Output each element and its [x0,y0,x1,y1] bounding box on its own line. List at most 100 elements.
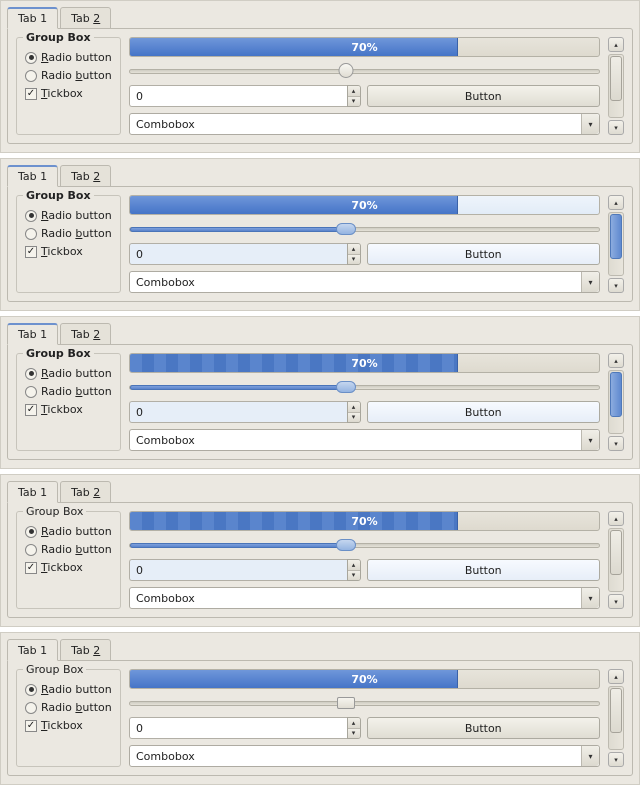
scroll-down-icon[interactable]: ▾ [608,278,624,293]
scroll-up-icon[interactable]: ▴ [608,669,624,684]
push-button[interactable]: Button [367,85,601,107]
combo-box[interactable]: Combobox ▾ [129,745,600,767]
radio-2[interactable]: Radio button [25,543,112,556]
tab-2[interactable]: Tab 2 [60,639,111,661]
scroll-down-icon[interactable]: ▾ [608,594,624,609]
radio-1[interactable]: Radio button [25,51,112,64]
slider[interactable] [129,63,600,79]
spin-box[interactable]: 0 ▴ ▾ [129,717,361,739]
slider-thumb[interactable] [336,539,356,551]
tickbox[interactable]: ✓Tickbox [25,561,112,574]
scroll-track[interactable] [608,686,624,750]
scroll-thumb[interactable] [610,688,622,733]
vertical-scrollbar[interactable]: ▴ ▾ [608,37,624,135]
radio-2-label: Radio button [41,227,112,240]
chevron-down-icon[interactable]: ▾ [581,746,599,766]
tickbox[interactable]: ✓Tickbox [25,87,112,100]
tab-1[interactable]: Tab 1 [7,481,58,503]
radio-1-label: Radio button [41,525,112,538]
radio-1[interactable]: Radio button [25,683,112,696]
spin-down-icon[interactable]: ▾ [348,413,360,423]
push-button[interactable]: Button [367,717,601,739]
combo-box[interactable]: Combobox ▾ [129,271,600,293]
tab-1[interactable]: Tab 1 [7,7,58,29]
spin-down-icon[interactable]: ▾ [348,255,360,265]
progress-bar: 70% [129,353,600,373]
slider[interactable] [129,695,600,711]
spin-up-icon[interactable]: ▴ [348,244,360,255]
radio-2[interactable]: Radio button [25,385,112,398]
spin-value[interactable]: 0 [129,243,347,265]
chevron-down-icon[interactable]: ▾ [581,114,599,134]
slider[interactable] [129,537,600,553]
tab-2[interactable]: Tab 2 [60,7,111,29]
spin-up-icon[interactable]: ▴ [348,86,360,97]
push-button[interactable]: Button [367,401,601,423]
spin-down-icon[interactable]: ▾ [348,729,360,739]
spin-box[interactable]: 0 ▴ ▾ [129,85,361,107]
tickbox[interactable]: ✓Tickbox [25,245,112,258]
radio-1[interactable]: Radio button [25,367,112,380]
spin-down-icon[interactable]: ▾ [348,571,360,581]
tab-page: Group Box Radio button Radio button ✓Tic… [7,28,633,144]
radio-1[interactable]: Radio button [25,525,112,538]
vertical-scrollbar[interactable]: ▴ ▾ [608,195,624,293]
progress-label: 70% [130,512,599,530]
scroll-up-icon[interactable]: ▴ [608,37,624,52]
tab-2[interactable]: Tab 2 [60,481,111,503]
tab-2[interactable]: Tab 2 [60,165,111,187]
spin-value[interactable]: 0 [129,717,347,739]
chevron-down-icon[interactable]: ▾ [581,272,599,292]
radio-2[interactable]: Radio button [25,701,112,714]
scroll-track[interactable] [608,370,624,434]
spin-up-icon[interactable]: ▴ [348,560,360,571]
scroll-thumb[interactable] [610,372,622,417]
spin-up-icon[interactable]: ▴ [348,718,360,729]
scroll-up-icon[interactable]: ▴ [608,195,624,210]
scroll-thumb[interactable] [610,530,622,575]
scroll-thumb[interactable] [610,56,622,101]
push-button[interactable]: Button [367,559,601,581]
spin-box[interactable]: 0 ▴ ▾ [129,401,361,423]
scroll-down-icon[interactable]: ▾ [608,752,624,767]
slider-thumb[interactable] [338,63,353,78]
slider-thumb[interactable] [336,223,356,235]
chevron-down-icon[interactable]: ▾ [581,430,599,450]
tab-2[interactable]: Tab 2 [60,323,111,345]
scroll-down-icon[interactable]: ▾ [608,120,624,135]
scroll-up-icon[interactable]: ▴ [608,353,624,368]
scroll-thumb[interactable] [610,214,622,259]
slider-thumb[interactable] [337,697,355,709]
spin-value[interactable]: 0 [129,85,347,107]
scroll-track[interactable] [608,528,624,592]
slider-thumb[interactable] [336,381,356,393]
slider[interactable] [129,221,600,237]
combo-box[interactable]: Combobox ▾ [129,429,600,451]
radio-2[interactable]: Radio button [25,227,112,240]
spin-up-icon[interactable]: ▴ [348,402,360,413]
spin-value[interactable]: 0 [129,401,347,423]
radio-2[interactable]: Radio button [25,69,112,82]
spin-box[interactable]: 0 ▴ ▾ [129,243,361,265]
spin-down-icon[interactable]: ▾ [348,97,360,107]
push-button[interactable]: Button [367,243,601,265]
vertical-scrollbar[interactable]: ▴ ▾ [608,353,624,451]
chevron-down-icon[interactable]: ▾ [581,588,599,608]
tickbox[interactable]: ✓Tickbox [25,719,112,732]
scroll-track[interactable] [608,54,624,118]
scroll-up-icon[interactable]: ▴ [608,511,624,526]
scroll-down-icon[interactable]: ▾ [608,436,624,451]
combo-box[interactable]: Combobox ▾ [129,113,600,135]
scroll-track[interactable] [608,212,624,276]
tab-1[interactable]: Tab 1 [7,323,58,345]
tab-1[interactable]: Tab 1 [7,165,58,187]
vertical-scrollbar[interactable]: ▴ ▾ [608,511,624,609]
spin-value[interactable]: 0 [129,559,347,581]
vertical-scrollbar[interactable]: ▴ ▾ [608,669,624,767]
tab-1[interactable]: Tab 1 [7,639,58,661]
radio-1[interactable]: Radio button [25,209,112,222]
combo-box[interactable]: Combobox ▾ [129,587,600,609]
spin-box[interactable]: 0 ▴ ▾ [129,559,361,581]
slider[interactable] [129,379,600,395]
tickbox[interactable]: ✓Tickbox [25,403,112,416]
